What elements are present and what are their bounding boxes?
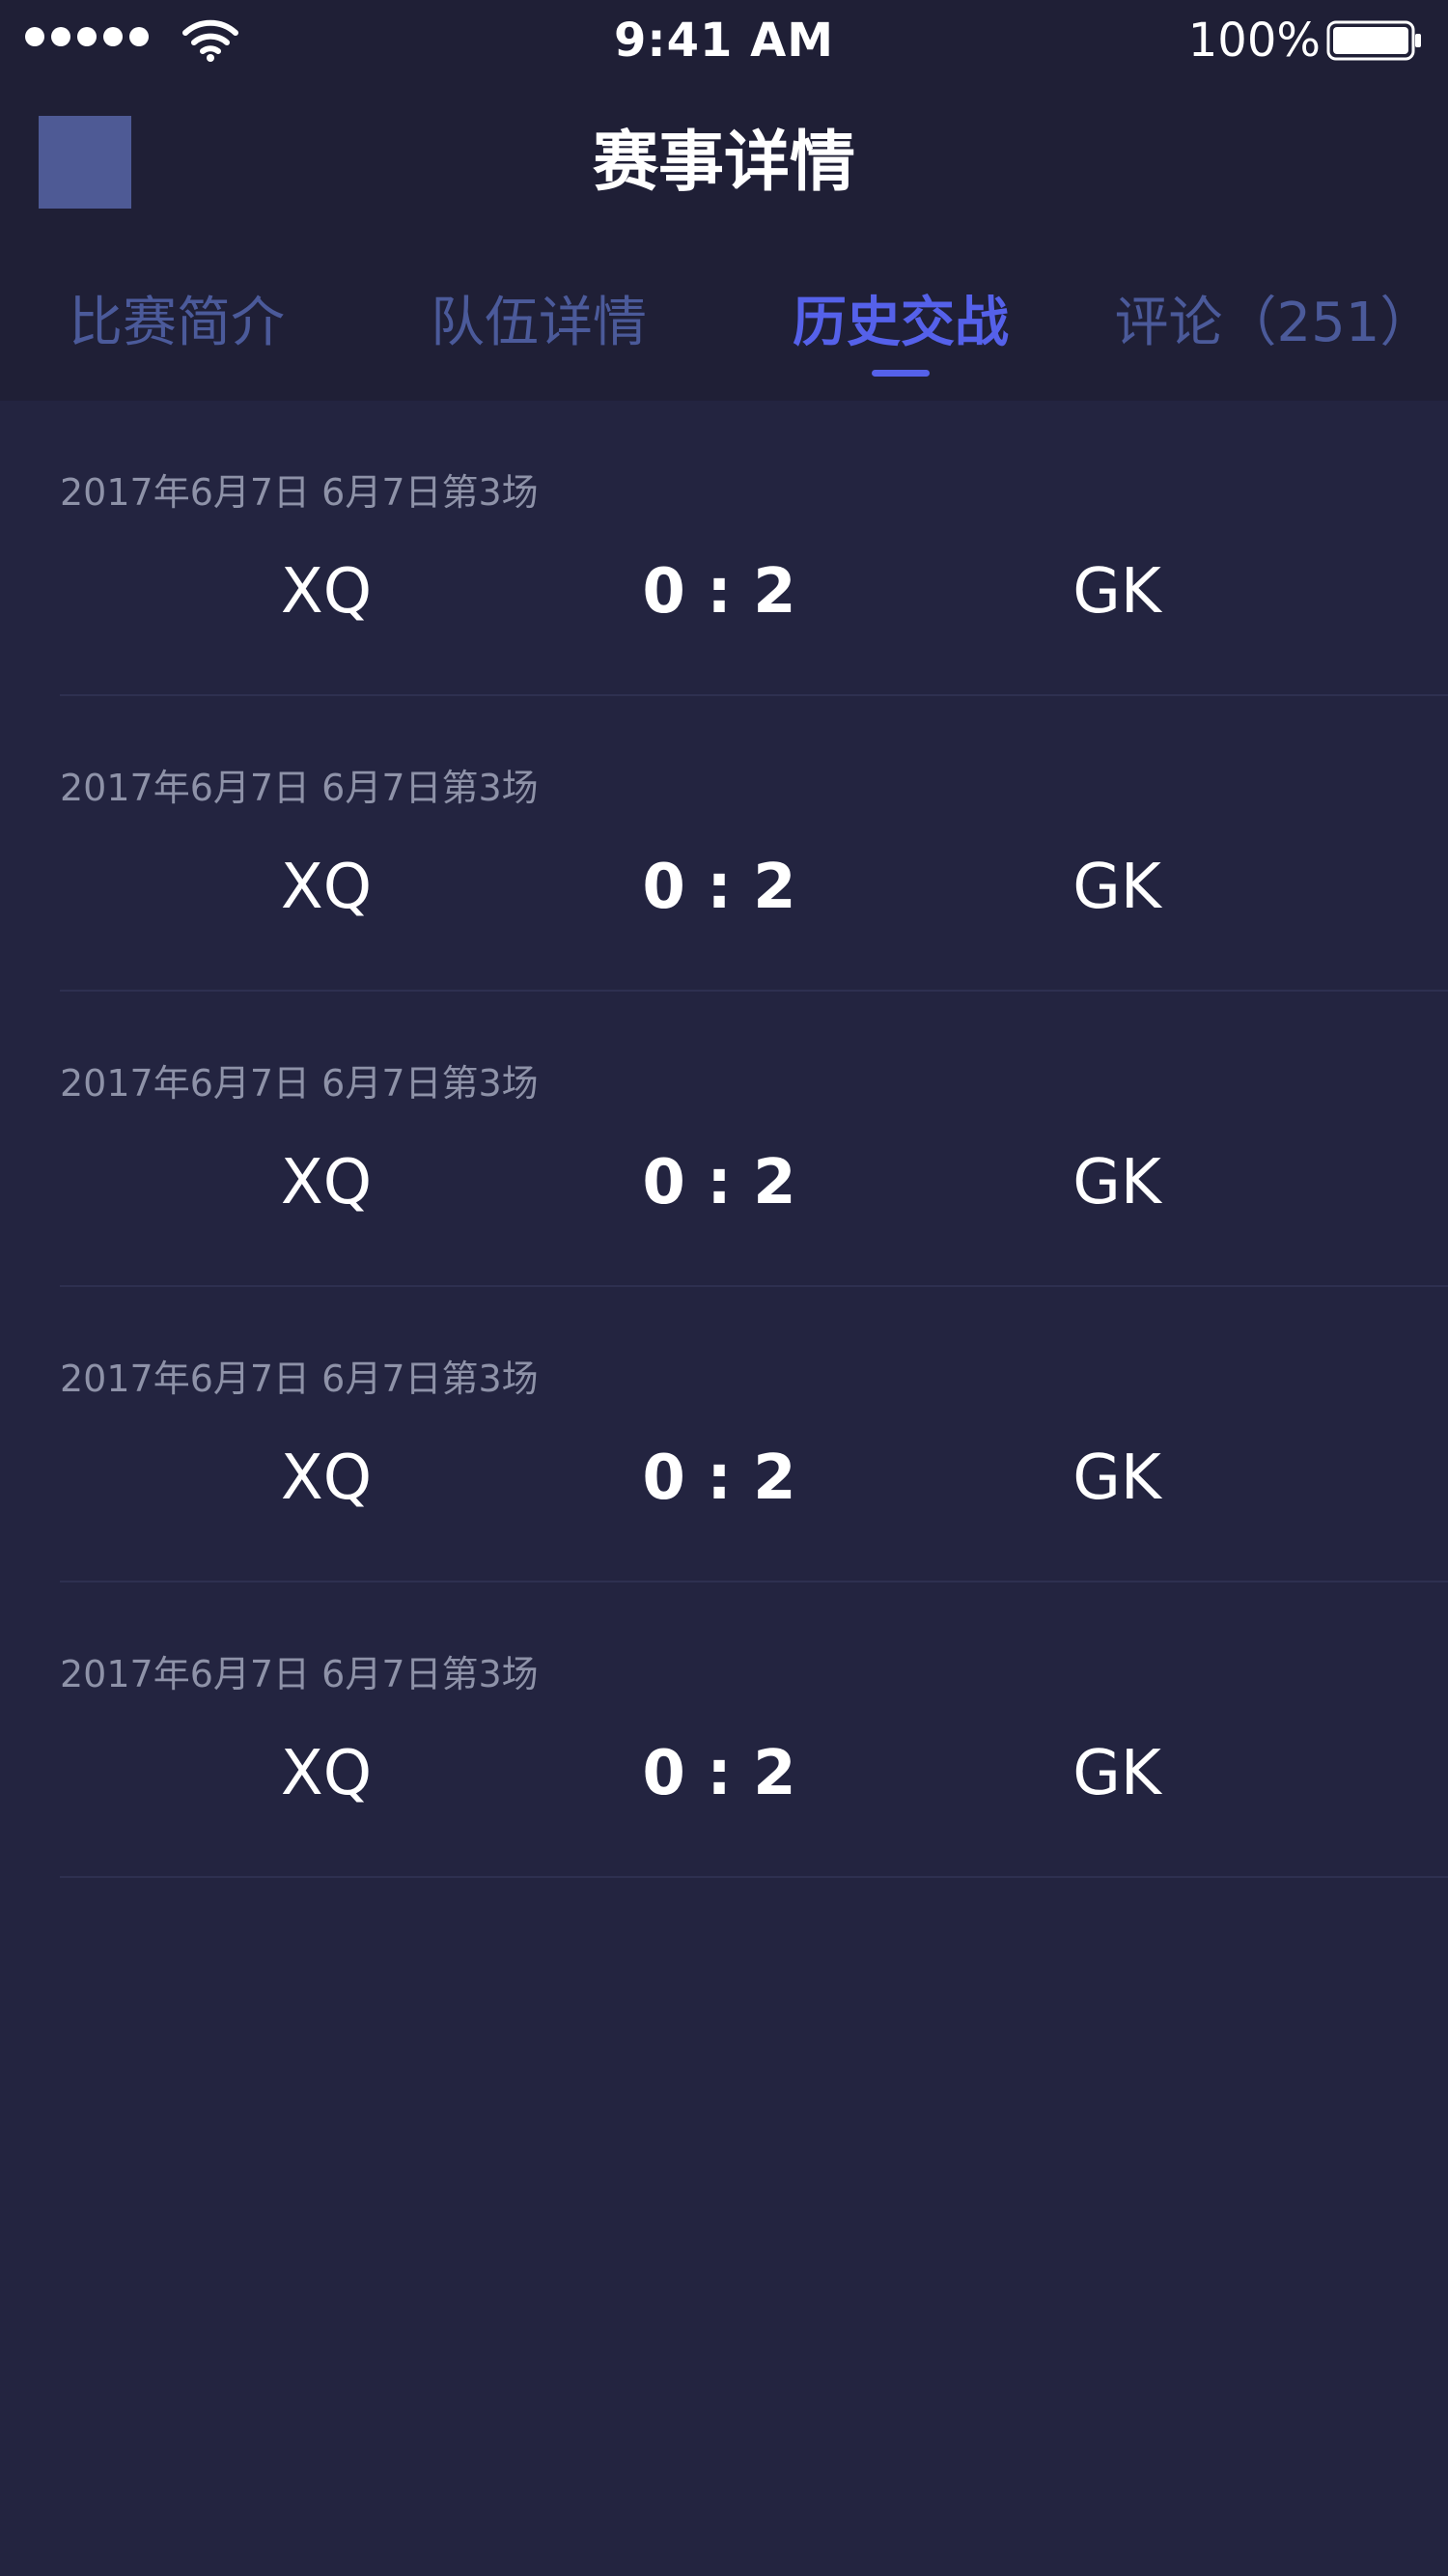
home-team: XQ <box>280 556 373 628</box>
match-date: 2017年6月7日 6月7日第3场 <box>60 471 539 514</box>
match-score: 0 : 2 <box>642 1442 796 1514</box>
away-team: GK <box>1072 1738 1161 1809</box>
status-bar: 9:41 AM 100% <box>0 0 1448 83</box>
away-team: GK <box>1072 852 1161 923</box>
history-match-list: 2017年6月7日 6月7日第3场 XQ 0 : 2 GK 2017年6月7日 … <box>0 401 1448 1878</box>
match-row[interactable]: 2017年6月7日 6月7日第3场 XQ 0 : 2 GK <box>0 992 1448 1287</box>
match-date: 2017年6月7日 6月7日第3场 <box>60 1653 539 1695</box>
away-team: GK <box>1072 1442 1161 1514</box>
tab-match-intro[interactable]: 比赛简介 <box>29 280 324 367</box>
home-team: XQ <box>280 1442 373 1514</box>
battery-percentage: 100% <box>1187 14 1321 68</box>
tab-history[interactable]: 历史交战 <box>753 280 1048 367</box>
match-score: 0 : 2 <box>642 1738 796 1809</box>
tab-comments[interactable]: 评论（251） <box>1110 280 1438 367</box>
match-score: 0 : 2 <box>642 556 796 628</box>
home-team: XQ <box>280 1147 373 1218</box>
match-row[interactable]: 2017年6月7日 6月7日第3场 XQ 0 : 2 GK <box>0 1287 1448 1582</box>
row-divider <box>60 1876 1448 1878</box>
tab-team-details[interactable]: 队伍详情 <box>391 280 686 367</box>
away-team: GK <box>1072 1147 1161 1218</box>
match-score: 0 : 2 <box>642 852 796 923</box>
active-tab-indicator <box>872 370 930 377</box>
match-date: 2017年6月7日 6月7日第3场 <box>60 767 539 809</box>
match-date: 2017年6月7日 6月7日第3场 <box>60 1062 539 1105</box>
page-title: 赛事详情 <box>592 125 855 201</box>
match-date: 2017年6月7日 6月7日第3场 <box>60 1358 539 1400</box>
match-row[interactable]: 2017年6月7日 6月7日第3场 XQ 0 : 2 GK <box>0 401 1448 696</box>
match-row[interactable]: 2017年6月7日 6月7日第3场 XQ 0 : 2 GK <box>0 1582 1448 1878</box>
home-team: XQ <box>280 852 373 923</box>
away-team: GK <box>1072 556 1161 628</box>
match-score: 0 : 2 <box>642 1147 796 1218</box>
home-team: XQ <box>280 1738 373 1809</box>
match-row[interactable]: 2017年6月7日 6月7日第3场 XQ 0 : 2 GK <box>0 696 1448 992</box>
battery-icon <box>1326 20 1421 61</box>
